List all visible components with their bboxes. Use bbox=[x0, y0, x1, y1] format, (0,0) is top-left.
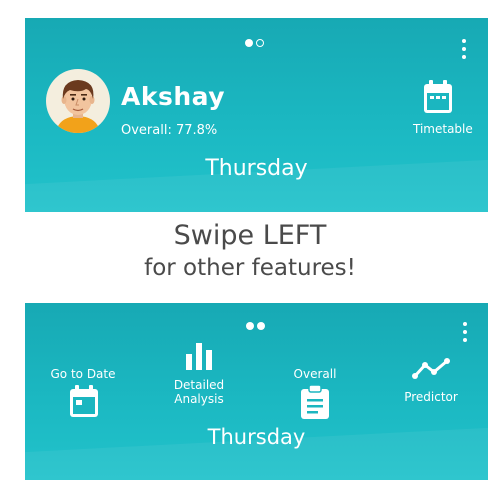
bar-chart-icon[interactable] bbox=[185, 343, 213, 374]
detailed-label-line2: Analysis bbox=[174, 392, 224, 407]
trend-line-icon[interactable] bbox=[412, 358, 450, 384]
calendar-icon[interactable] bbox=[423, 80, 453, 118]
swipe-instruction: Swipe LEFT bbox=[173, 220, 327, 251]
go-to-date-label[interactable]: Go to Date bbox=[43, 367, 123, 381]
profile-card[interactable]: Akshay Overall: 77.8% Timetable Thursday bbox=[25, 18, 488, 212]
current-day: Thursday bbox=[205, 156, 308, 181]
page-indicator bbox=[246, 322, 265, 330]
user-name: Akshay bbox=[121, 82, 226, 111]
overall-label[interactable]: Overall bbox=[275, 367, 355, 381]
current-day: Thursday bbox=[207, 425, 306, 449]
page-indicator bbox=[245, 39, 264, 47]
page-dot-active bbox=[257, 322, 265, 330]
more-options-icon[interactable] bbox=[459, 39, 469, 59]
overall-attendance: Overall: 77.8% bbox=[121, 123, 218, 138]
more-options-icon[interactable] bbox=[460, 322, 470, 342]
avatar[interactable] bbox=[46, 69, 110, 133]
avatar-illustration bbox=[56, 80, 100, 133]
calendar-icon[interactable] bbox=[69, 385, 99, 422]
detailed-analysis-label[interactable]: Detailed Analysis bbox=[159, 378, 239, 407]
swipe-instruction-sub: for other features! bbox=[144, 255, 356, 281]
detailed-label-line1: Detailed bbox=[173, 378, 225, 392]
features-card[interactable]: Go to Date Detailed Analysis Overall Pre… bbox=[25, 303, 488, 480]
page-dot-inactive bbox=[256, 39, 264, 47]
clipboard-icon[interactable] bbox=[300, 384, 330, 423]
predictor-label[interactable]: Predictor bbox=[391, 390, 471, 404]
timetable-label[interactable]: Timetable bbox=[413, 123, 473, 135]
page-dot-active bbox=[245, 39, 253, 47]
page-dot bbox=[246, 322, 254, 330]
